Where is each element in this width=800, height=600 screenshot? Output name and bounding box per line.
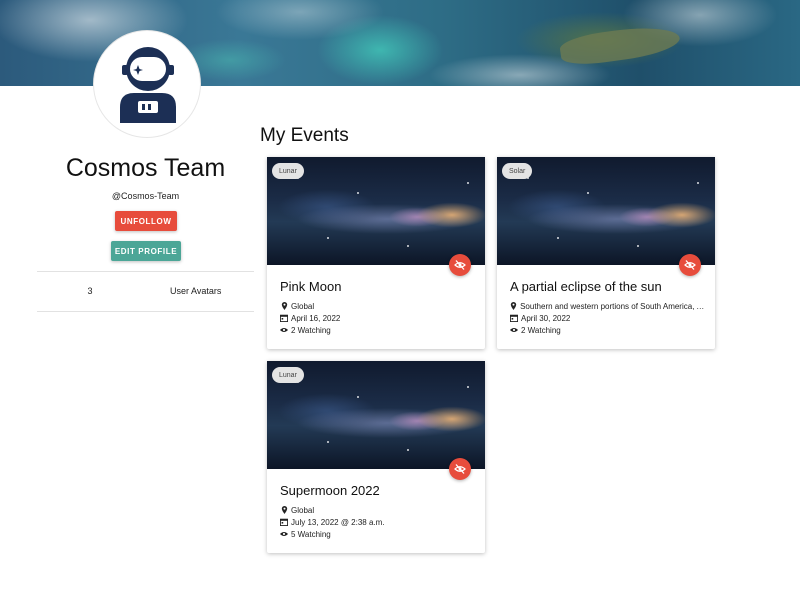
event-date: April 30, 2022: [510, 312, 708, 324]
profile-handle: @Cosmos-Team: [111, 191, 180, 201]
divider: [37, 271, 254, 272]
event-title[interactable]: Pink Moon: [280, 279, 478, 294]
astronaut-icon: [120, 47, 176, 123]
event-date: July 13, 2022 @ 2:38 a.m.: [280, 516, 478, 528]
event-watching: 2 Watching: [280, 324, 478, 336]
event-location: Southern and western portions of South A…: [510, 300, 708, 312]
divider: [37, 311, 254, 312]
event-watching-text: 5 Watching: [291, 529, 331, 539]
event-date-text: April 16, 2022: [291, 313, 341, 323]
eye-icon: [280, 530, 288, 538]
profile-page: Cosmos Team @Cosmos-Team UNFOLLOW EDIT P…: [0, 0, 800, 600]
category-chip[interactable]: Lunar: [272, 367, 304, 383]
category-chip[interactable]: Solar: [502, 163, 533, 179]
event-location: Global: [280, 300, 478, 312]
event-watching: 5 Watching: [280, 528, 478, 540]
eye-off-icon: [684, 260, 696, 270]
event-date-text: July 13, 2022 @ 2:38 a.m.: [291, 517, 385, 527]
event-location-text: Global: [291, 505, 315, 515]
event-title[interactable]: A partial eclipse of the sun: [510, 279, 708, 294]
event-card[interactable]: Lunar Supermoon 2022 Global July 13, 202…: [267, 361, 485, 553]
event-date: April 16, 2022: [280, 312, 478, 324]
map-pin-icon: [510, 302, 517, 310]
category-chip[interactable]: Lunar: [272, 163, 304, 179]
event-watching: 2 Watching: [510, 324, 708, 336]
event-location-text: Global: [291, 301, 315, 311]
event-watching-text: 2 Watching: [291, 325, 331, 335]
calendar-icon: [510, 314, 518, 322]
calendar-icon: [280, 518, 288, 526]
hide-event-button[interactable]: [449, 254, 471, 276]
hide-event-button[interactable]: [449, 458, 471, 480]
eye-icon: [280, 326, 288, 334]
map-pin-icon: [280, 506, 288, 514]
eye-off-icon: [454, 464, 466, 474]
event-title[interactable]: Supermoon 2022: [280, 483, 478, 498]
event-date-text: April 30, 2022: [521, 313, 571, 323]
eye-icon: [510, 326, 518, 334]
events-heading: My Events: [260, 125, 349, 146]
calendar-icon: [280, 314, 288, 322]
map-pin-icon: [280, 302, 288, 310]
profile-name: Cosmos Team: [65, 154, 226, 182]
event-watching-text: 2 Watching: [521, 325, 561, 335]
banner-land: [558, 21, 682, 69]
user-avatars-label[interactable]: User Avatars: [170, 286, 240, 296]
event-location-text: Southern and western portions of South A…: [520, 301, 708, 311]
event-location: Global: [280, 504, 478, 516]
event-card[interactable]: Solar A partial eclipse of the sun South…: [497, 157, 715, 349]
edit-profile-button[interactable]: EDIT PROFILE: [111, 241, 181, 261]
user-avatars-count: 3: [87, 286, 93, 296]
event-card[interactable]: Lunar Pink Moon Global April 16, 2022 2 …: [267, 157, 485, 349]
avatar: [93, 30, 201, 138]
hide-event-button[interactable]: [679, 254, 701, 276]
eye-off-icon: [454, 260, 466, 270]
unfollow-button[interactable]: UNFOLLOW: [115, 211, 177, 231]
